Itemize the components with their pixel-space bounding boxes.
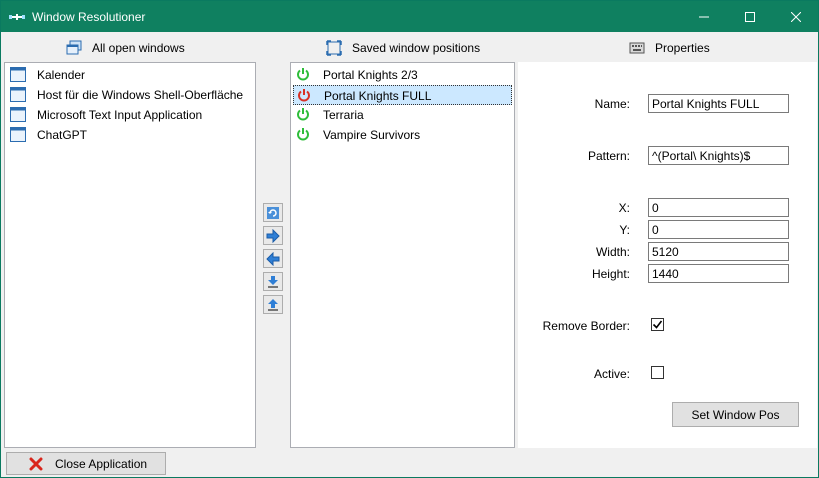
height-field[interactable]: 1440	[648, 264, 789, 283]
list-item[interactable]: Microsoft Text Input Application	[7, 105, 253, 125]
close-window-button[interactable]	[773, 1, 819, 32]
list-item-label: Portal Knights FULL	[324, 89, 432, 103]
remove-border-checkbox[interactable]	[651, 318, 664, 331]
red-x-icon	[29, 457, 43, 470]
set-window-pos-button[interactable]: Set Window Pos	[672, 402, 799, 427]
list-item[interactable]: Host für die Windows Shell-Oberfläche	[7, 85, 253, 105]
window-icon	[10, 127, 26, 142]
window-title: Window Resolutioner	[32, 10, 146, 24]
maximize-icon	[745, 11, 755, 22]
y-field[interactable]: 0	[648, 220, 789, 239]
resize-frame-icon	[326, 40, 342, 56]
windows-stack-icon	[66, 40, 82, 55]
import-button[interactable]	[263, 272, 283, 291]
minimize-button[interactable]	[681, 1, 727, 32]
list-item-label: Host für die Windows Shell-Oberfläche	[37, 88, 244, 102]
header-all-open-windows: All open windows	[66, 38, 185, 58]
active-label: Active:	[593, 367, 630, 381]
list-item[interactable]: ChatGPT	[7, 125, 253, 145]
app-icon	[9, 14, 25, 20]
window-icon	[10, 107, 26, 122]
arrow-right-icon	[266, 228, 280, 243]
keyboard-icon	[629, 42, 645, 54]
header-all-open-label: All open windows	[92, 41, 185, 55]
x-label: X:	[618, 201, 630, 215]
list-item-label: Portal Knights 2/3	[323, 68, 418, 82]
power-icon	[297, 68, 309, 81]
pattern-field[interactable]: ^(Portal\ Knights)$	[648, 146, 789, 165]
list-item[interactable]: Kalender	[7, 65, 253, 85]
header-properties-label: Properties	[655, 41, 710, 55]
window-icon	[10, 67, 26, 82]
list-item[interactable]: Terraria	[293, 105, 512, 125]
name-label: Name:	[594, 97, 630, 111]
list-item-selected[interactable]: Portal Knights FULL	[293, 85, 512, 105]
window-icon	[10, 87, 26, 102]
width-field[interactable]: 5120	[648, 242, 789, 261]
upload-icon	[268, 298, 278, 311]
width-label: Width:	[595, 245, 630, 259]
list-item-label: Terraria	[323, 108, 364, 122]
checkmark-icon	[652, 320, 663, 329]
move-left-button[interactable]	[263, 249, 283, 268]
name-field[interactable]: Portal Knights FULL	[648, 94, 789, 113]
x-field[interactable]: 0	[648, 198, 789, 217]
close-application-label: Close Application	[55, 456, 148, 471]
close-icon	[791, 11, 801, 22]
properties-panel: Name: Portal Knights FULL Pattern: ^(Por…	[518, 62, 817, 448]
list-item[interactable]: Vampire Survivors	[293, 125, 512, 145]
close-application-button[interactable]: Close Application	[6, 452, 166, 475]
download-icon	[268, 275, 278, 288]
list-item-label: Kalender	[37, 68, 86, 82]
open-windows-list[interactable]: Kalender Host für die Windows Shell-Ober…	[4, 62, 256, 448]
list-item-label: Vampire Survivors	[323, 128, 421, 142]
title-bar[interactable]: Window Resolutioner	[1, 1, 818, 32]
header-saved-label: Saved window positions	[352, 41, 481, 55]
power-icon	[297, 128, 309, 141]
app-window: Window Resolutioner All open windows Sav…	[0, 0, 819, 478]
list-item-label: ChatGPT	[37, 128, 88, 142]
power-icon	[297, 108, 309, 121]
export-button[interactable]	[263, 295, 283, 314]
header-properties: Properties	[629, 38, 710, 58]
pattern-label: Pattern:	[587, 149, 630, 163]
refresh-icon	[267, 206, 279, 219]
remove-border-label: Remove Border:	[542, 319, 630, 333]
maximize-button[interactable]	[727, 1, 773, 32]
power-icon	[298, 89, 310, 102]
saved-positions-list[interactable]: Portal Knights 2/3 Portal Knights FULL T…	[290, 62, 515, 448]
arrow-left-icon	[266, 251, 280, 266]
header-saved-positions: Saved window positions	[326, 38, 480, 58]
height-label: Height:	[591, 267, 630, 281]
refresh-button[interactable]	[263, 203, 283, 222]
move-right-button[interactable]	[263, 226, 283, 245]
minimize-icon	[699, 16, 709, 17]
active-checkbox[interactable]	[651, 366, 664, 379]
list-item[interactable]: Portal Knights 2/3	[293, 65, 512, 85]
list-item-label: Microsoft Text Input Application	[37, 108, 203, 122]
y-label: Y:	[619, 223, 630, 237]
